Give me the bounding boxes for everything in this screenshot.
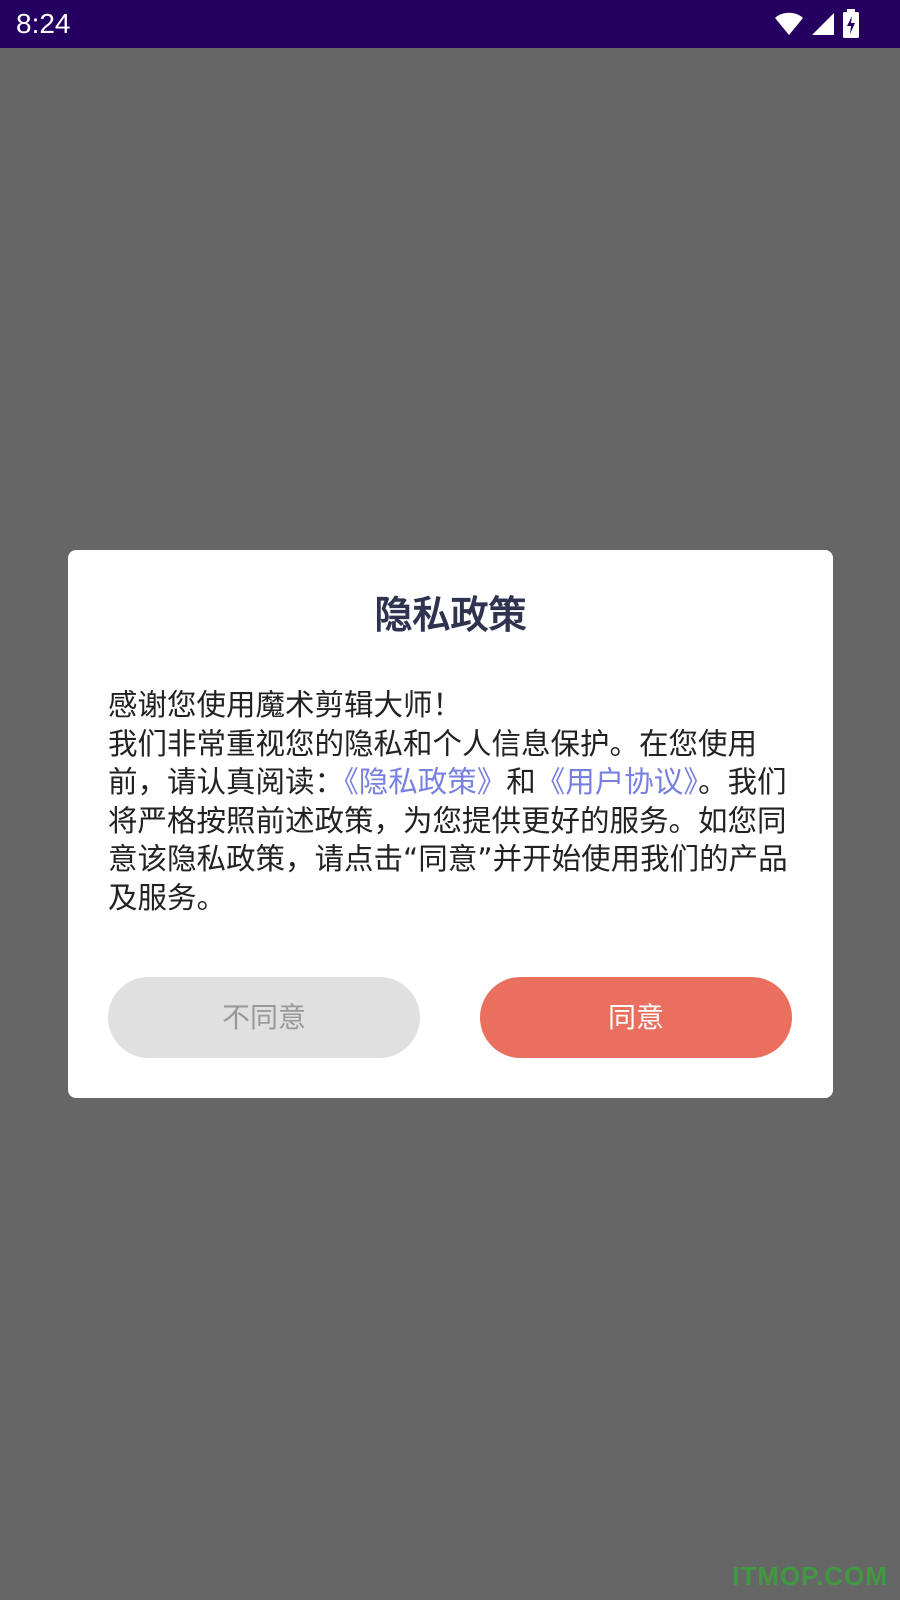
body-text-conjunction: 和 — [506, 765, 536, 799]
user-agreement-link[interactable]: 《用户协议》 — [536, 765, 698, 799]
status-time: 8:24 — [16, 8, 71, 39]
disagree-button[interactable]: 不同意 — [108, 977, 420, 1058]
app-screen: 8:24 隐私政策 感谢您使用魔术剪辑大师！我们非常重视您的隐私和个人信息保护。… — [0, 0, 900, 1600]
dialog-title: 隐私政策 — [374, 593, 527, 637]
watermark-logo: ITMOP.COM — [732, 1561, 888, 1591]
dialog-body: 感谢您使用魔术剪辑大师！ 我们非常重视您的隐私和个人信息保护。在您使用前，请认真阅… — [108, 686, 788, 917]
privacy-policy-link[interactable]: 《隐私政策》 — [344, 765, 506, 799]
privacy-dialog: 隐私政策 感谢您使用魔术剪辑大师！ 我们非常重视您的隐私和个人信息保护。在您使用前… — [68, 550, 833, 1098]
status-icons — [774, 8, 860, 40]
agree-button[interactable]: 同意 — [480, 977, 792, 1058]
wifi-icon — [774, 11, 804, 37]
welcome-text: 感谢您使用魔术剪辑大师！ — [108, 688, 463, 722]
cell-signal-icon — [810, 11, 836, 37]
battery-charging-icon — [842, 9, 860, 39]
status-bar: 8:24 — [0, 0, 900, 48]
